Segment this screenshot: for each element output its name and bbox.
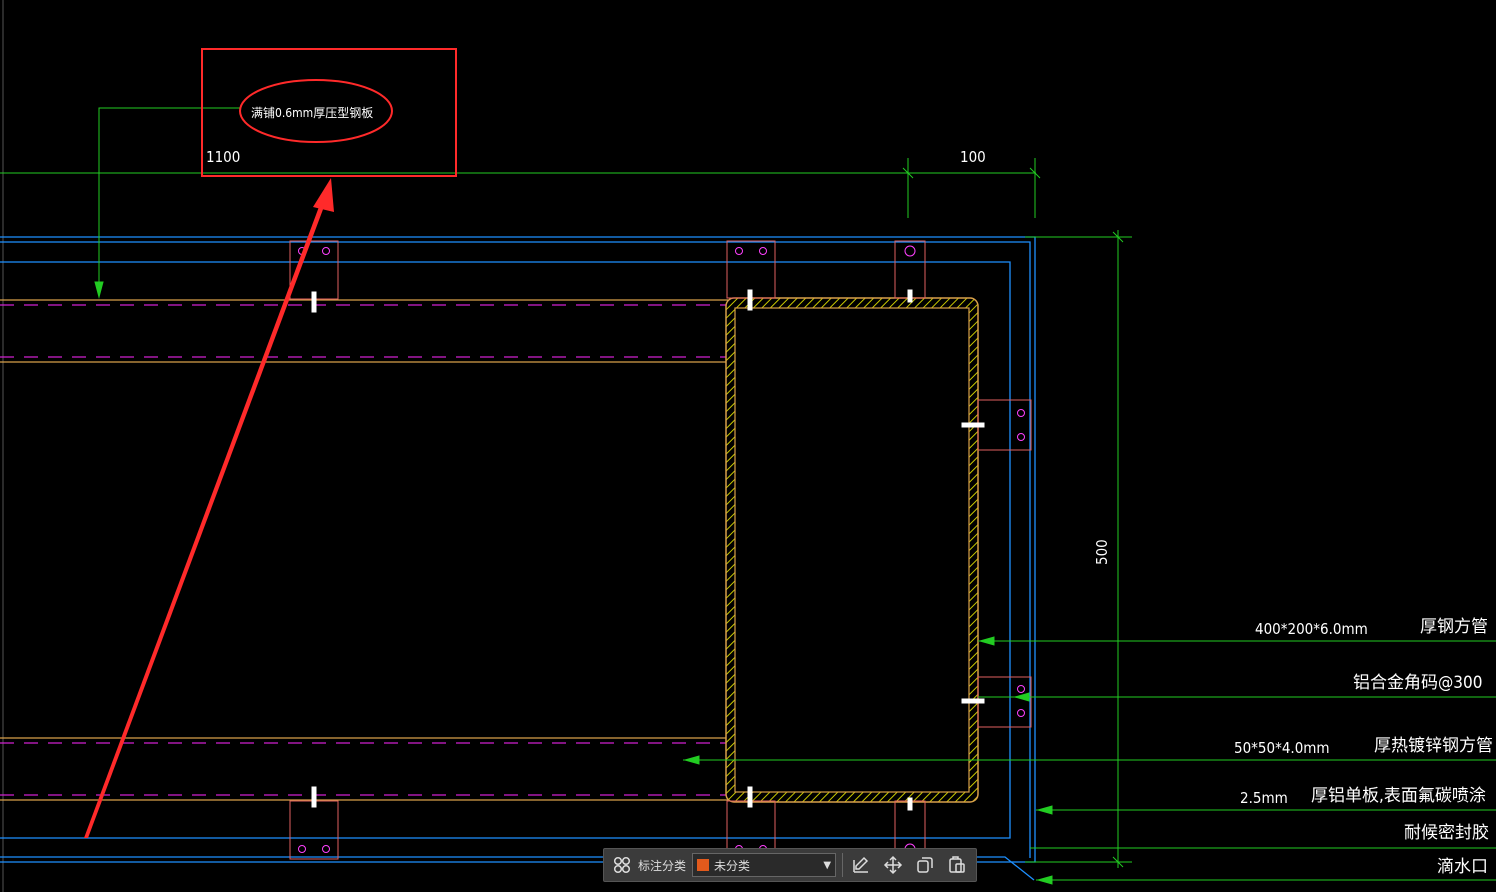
toolbar-divider bbox=[842, 853, 844, 877]
spec-alu-panel: 2.5mm bbox=[1240, 789, 1288, 807]
spec-galv-pipe: 50*50*4.0mm bbox=[1234, 739, 1330, 757]
label-galv-pipe: 厚热镀锌钢方管 bbox=[1374, 736, 1493, 756]
move-icon[interactable] bbox=[881, 853, 905, 877]
paste-icon[interactable] bbox=[945, 853, 969, 877]
spec-steel-pipe: 400*200*6.0mm bbox=[1255, 620, 1368, 638]
edit-icon[interactable] bbox=[849, 853, 873, 877]
category-label: 标注分类 bbox=[638, 858, 687, 873]
label-alu-clip: 铝合金角码@300 bbox=[1353, 673, 1482, 693]
label-steel-pipe: 厚钢方管 bbox=[1420, 617, 1488, 637]
dim-1100: 1100 bbox=[206, 148, 240, 166]
cad-canvas[interactable]: 1100 100 500 400*200*6.0mm 厚钢方管 铝合金角码@30… bbox=[0, 0, 1496, 892]
label-sealant: 耐候密封胶 bbox=[1404, 823, 1489, 843]
category-color-swatch bbox=[697, 859, 710, 871]
dim-500: 500 bbox=[1093, 539, 1111, 565]
label-drip: 滴水口 bbox=[1437, 857, 1488, 877]
label-alu-panel: 厚铝单板,表面氟碳喷涂 bbox=[1311, 786, 1486, 806]
category-value: 未分类 bbox=[714, 858, 751, 873]
grid-icon[interactable] bbox=[610, 853, 634, 877]
steel-box-section bbox=[725, 297, 979, 803]
dim-100: 100 bbox=[960, 148, 986, 166]
steel-pipe-edges bbox=[0, 299, 728, 801]
category-select[interactable]: 未分类 ▼ bbox=[692, 853, 837, 877]
centerlines bbox=[0, 304, 728, 796]
highlight-annotation: 满铺0.6mm厚压型钢板 bbox=[84, 48, 457, 838]
chevron-down-icon: ▼ bbox=[823, 859, 832, 871]
circled-label: 满铺0.6mm厚压型钢板 bbox=[251, 106, 373, 120]
copy-icon[interactable] bbox=[913, 853, 937, 877]
annotation-toolbar: 标注分类 未分类 ▼ bbox=[603, 848, 977, 882]
